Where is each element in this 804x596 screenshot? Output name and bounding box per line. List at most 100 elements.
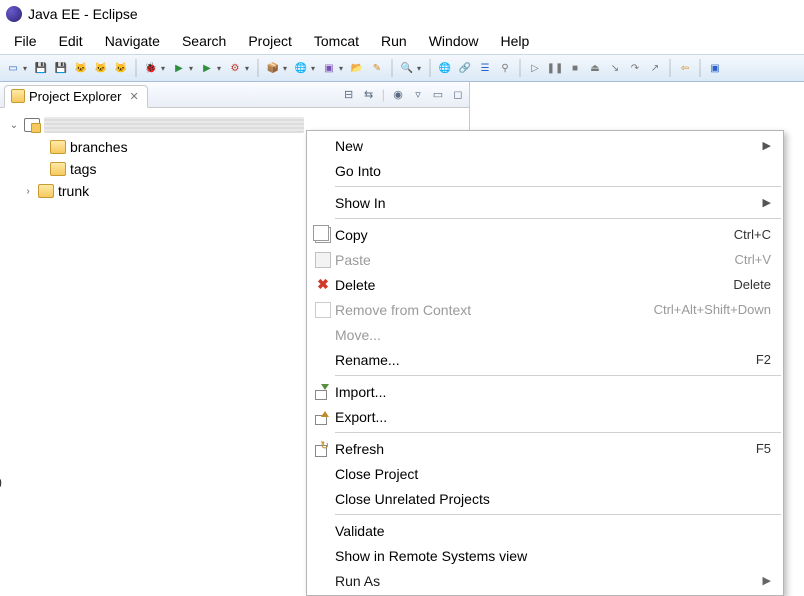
toolbar-debug[interactable]: 🐞▾ (142, 58, 168, 78)
toolbar-team[interactable]: ☰ (476, 58, 494, 78)
minimize-icon[interactable]: ▭ (431, 88, 445, 102)
toolbar-disconnect[interactable]: ⏏ (586, 58, 604, 78)
ctx-go-into[interactable]: Go Into (307, 158, 783, 183)
folder-icon (38, 184, 54, 198)
pin-icon: ⚲ (497, 60, 513, 76)
toolbar-build[interactable]: 📦▾ (264, 58, 290, 78)
new-server-icon: ▣ (321, 60, 337, 76)
new-icon: ▭ (5, 60, 21, 76)
ctx-copy[interactable]: Copy Ctrl+C (307, 222, 783, 247)
main-toolbar: ▭▾ 💾 💾 🐱 🐱 🐱 🐞▾ ▶▾ ▶▾ ⚙▾ 📦▾ 🌐▾ ▣▾ 📂 ✎ 🔍▾… (0, 54, 804, 82)
menu-help[interactable]: Help (491, 30, 540, 52)
tomcat-stop-icon: 🐱 (93, 60, 109, 76)
toolbar-back[interactable]: ⇦ (676, 58, 694, 78)
toolbar-tomcat-restart[interactable]: 🐱 (112, 58, 130, 78)
tree-label: branches (70, 139, 128, 155)
toolbar-tomcat-start[interactable]: 🐱 (72, 58, 90, 78)
toolbar-open-type[interactable]: 📂 (348, 58, 366, 78)
copy-icon (315, 227, 331, 243)
separator (335, 186, 781, 187)
toolbar-save-all[interactable]: 💾 (52, 58, 70, 78)
import-icon (315, 384, 331, 400)
toolbar-server[interactable]: 🌐▾ (292, 58, 318, 78)
menu-project[interactable]: Project (238, 30, 302, 52)
link-icon: 🔗 (457, 60, 473, 76)
separator (335, 375, 781, 376)
view-tab-row: Project Explorer ✕ ⊟ ⇆ | ◉ ▿ ▭ ◻ (0, 82, 469, 108)
ctx-new[interactable]: New ▶ (307, 133, 783, 158)
toolbar-new-server[interactable]: ▣▾ (320, 58, 346, 78)
separator (335, 218, 781, 219)
toolbar-save[interactable]: 💾 (32, 58, 50, 78)
focus-task-icon[interactable]: ◉ (391, 88, 405, 102)
ctx-close-project[interactable]: Close Project (307, 461, 783, 486)
tree-label: trunk (58, 183, 89, 199)
external-tools-icon: ⚙ (227, 60, 243, 76)
menu-edit[interactable]: Edit (49, 30, 93, 52)
ctx-validate[interactable]: Validate (307, 518, 783, 543)
ctx-refresh[interactable]: Refresh F5 (307, 436, 783, 461)
toolbar-pin[interactable]: ⚲ (496, 58, 514, 78)
menu-file[interactable]: File (4, 30, 47, 52)
resume-icon: ▷ (527, 60, 543, 76)
separator (335, 514, 781, 515)
chevron-right-icon[interactable]: › (22, 186, 34, 197)
toolbar-resume[interactable]: ▷ (526, 58, 544, 78)
suspend-icon: ❚❚ (547, 60, 563, 76)
project-explorer-tab[interactable]: Project Explorer ✕ (4, 85, 148, 108)
ctx-show-remote[interactable]: Show in Remote Systems view (307, 543, 783, 568)
toolbar-link[interactable]: 🔗 (456, 58, 474, 78)
toolbar-web[interactable]: 🌐 (436, 58, 454, 78)
cursor-hint: ) (0, 475, 2, 489)
collapse-all-icon[interactable]: ⊟ (342, 88, 356, 102)
close-icon[interactable]: ✕ (129, 90, 138, 103)
toolbar-perspective[interactable]: ▣ (706, 58, 724, 78)
view-menu-icon[interactable]: ▿ (411, 88, 425, 102)
ctx-run-as[interactable]: Run As ▶ (307, 568, 783, 593)
chevron-down-icon[interactable]: ⌄ (8, 120, 20, 131)
ctx-paste: Paste Ctrl+V (307, 247, 783, 272)
toolbar-terminate[interactable]: ■ (566, 58, 584, 78)
menu-navigate[interactable]: Navigate (95, 30, 170, 52)
maximize-icon[interactable]: ◻ (451, 88, 465, 102)
ctx-show-in[interactable]: Show In ▶ (307, 190, 783, 215)
run-last-icon: ▶ (199, 60, 215, 76)
menu-run[interactable]: Run (371, 30, 417, 52)
ctx-rename[interactable]: Rename... F2 (307, 347, 783, 372)
toolbar-tomcat-stop[interactable]: 🐱 (92, 58, 110, 78)
toolbar-new[interactable]: ▭▾ (4, 58, 30, 78)
paste-icon (315, 252, 331, 268)
eclipse-logo-icon (6, 6, 22, 22)
project-icon (24, 118, 40, 132)
toolbar-run[interactable]: ▶▾ (170, 58, 196, 78)
submenu-arrow-icon: ▶ (763, 139, 771, 152)
globe-icon: 🌐 (437, 60, 453, 76)
menu-search[interactable]: Search (172, 30, 236, 52)
tomcat-restart-icon: 🐱 (113, 60, 129, 76)
link-editor-icon[interactable]: ⇆ (362, 88, 376, 102)
menu-tomcat[interactable]: Tomcat (304, 30, 369, 52)
step-into-icon: ↘ (607, 60, 623, 76)
toolbar-open-task[interactable]: ✎ (368, 58, 386, 78)
toolbar-search[interactable]: 🔍▾ (398, 58, 424, 78)
view-toolbar: ⊟ ⇆ | ◉ ▿ ▭ ◻ (342, 87, 465, 102)
toolbar-step-return[interactable]: ↗ (646, 58, 664, 78)
toolbar-step-into[interactable]: ↘ (606, 58, 624, 78)
ctx-close-unrelated[interactable]: Close Unrelated Projects (307, 486, 783, 511)
context-menu: New ▶ Go Into Show In ▶ Copy Ctrl+C Past… (306, 130, 784, 596)
menu-window[interactable]: Window (419, 30, 489, 52)
project-explorer-icon (11, 89, 25, 103)
export-icon (315, 409, 331, 425)
ctx-import[interactable]: Import... (307, 379, 783, 404)
ctx-move: Move... (307, 322, 783, 347)
open-type-icon: 📂 (349, 60, 365, 76)
toolbar-suspend[interactable]: ❚❚ (546, 58, 564, 78)
back-icon: ⇦ (677, 60, 693, 76)
toolbar-external[interactable]: ⚙▾ (226, 58, 252, 78)
toolbar-run-last[interactable]: ▶▾ (198, 58, 224, 78)
submenu-arrow-icon: ▶ (763, 574, 771, 587)
toolbar-step-over[interactable]: ↷ (626, 58, 644, 78)
folder-icon (50, 162, 66, 176)
ctx-delete[interactable]: ✖ Delete Delete (307, 272, 783, 297)
ctx-export[interactable]: Export... (307, 404, 783, 429)
